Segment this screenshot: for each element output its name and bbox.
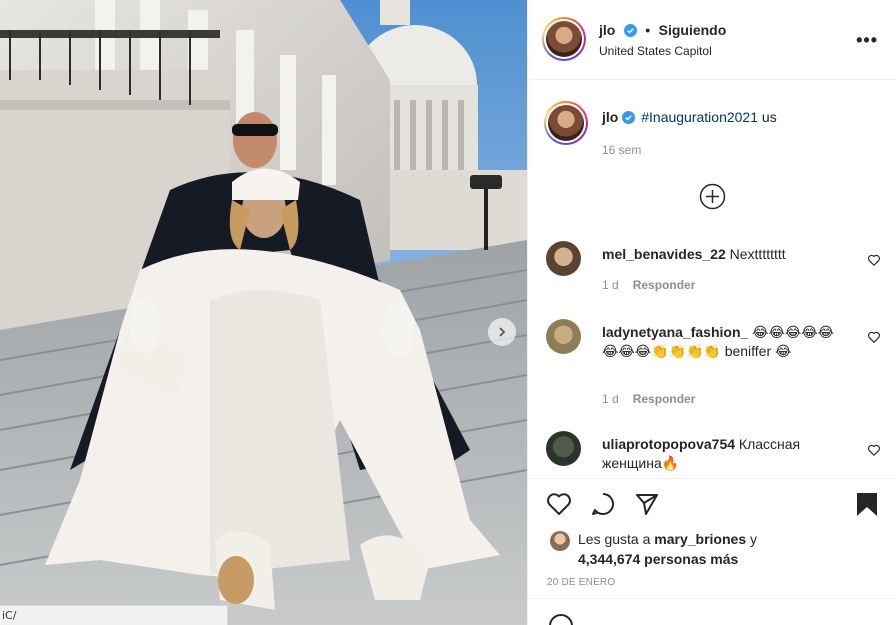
plus-circle-icon[interactable]: [699, 183, 726, 210]
following-button[interactable]: Siguiendo: [659, 22, 727, 38]
caption-body: us: [758, 109, 777, 125]
caption-avatar[interactable]: [544, 101, 588, 145]
comment-message: Nextttttttt: [725, 246, 786, 262]
heart-icon[interactable]: [546, 491, 572, 517]
comment-text: mel_benavides_22 Nextttttttt: [602, 245, 850, 264]
emoji-icon[interactable]: [548, 613, 574, 625]
comment-time: 1 d: [602, 392, 619, 406]
post-date: 20 DE ENERO: [547, 577, 616, 588]
liker-avatar[interactable]: [550, 531, 570, 551]
post-actions: Les gusta a mary_briones y 4,344,674 per…: [528, 478, 896, 598]
comment-meta: 1 d Responder: [602, 392, 695, 406]
comment-item: mel_benavides_22 Nextttttttt 1 d Responde…: [546, 241, 881, 301]
reply-button[interactable]: Responder: [633, 392, 696, 406]
more-options-icon[interactable]: •••: [856, 30, 878, 51]
comment-like-icon[interactable]: [867, 443, 881, 457]
add-comment-bar[interactable]: [528, 598, 896, 625]
post-location[interactable]: United States Capitol: [599, 44, 726, 58]
verified-badge-icon: [622, 111, 636, 124]
author-info: jlo • Siguiendo United States Capitol: [599, 22, 726, 58]
reply-button[interactable]: Responder: [633, 278, 696, 292]
commenter-username[interactable]: mel_benavides_22: [602, 246, 726, 262]
commenter-avatar[interactable]: [546, 431, 581, 466]
post-header: jlo • Siguiendo United States Capitol ••…: [528, 0, 896, 80]
commenter-avatar[interactable]: [546, 241, 581, 276]
caption-time: 16 sem: [602, 143, 642, 157]
post-side-panel: jlo • Siguiendo United States Capitol ••…: [527, 0, 896, 625]
paper-plane-icon[interactable]: [634, 491, 660, 517]
comment-time: 1 d: [602, 278, 619, 292]
comment-like-icon[interactable]: [867, 253, 881, 267]
follow-separator: •: [645, 22, 651, 38]
verified-badge-icon: [623, 24, 637, 37]
likes-text: Les gusta a mary_briones y 4,344,674 per…: [578, 529, 878, 569]
comment-text: uliaprotopopova754 Классная женщина🔥: [602, 435, 850, 473]
likes-prefix: Les gusta a: [578, 531, 655, 547]
chevron-right-icon: [499, 327, 506, 337]
likes-joiner: y: [746, 531, 757, 547]
comment-meta: 1 d Responder: [602, 278, 695, 292]
commenter-username[interactable]: uliaprotopopova754: [602, 436, 735, 452]
author-username[interactable]: jlo: [599, 22, 615, 38]
post-photo[interactable]: iC/: [0, 0, 527, 625]
comment-icon[interactable]: [590, 491, 616, 517]
caption-username[interactable]: jlo: [602, 109, 618, 125]
comment-text: ladynetyana_fashion_ 😂😂😂😂😂😂😂😂👏👏👏👏 beniff…: [602, 323, 850, 361]
commenter-username[interactable]: ladynetyana_fashion_: [602, 324, 748, 340]
carousel-next-button[interactable]: [488, 318, 516, 346]
photo-illustration: [0, 0, 527, 625]
bookmark-icon[interactable]: [854, 491, 880, 517]
comment-item: ladynetyana_fashion_ 😂😂😂😂😂😂😂😂👏👏👏👏 beniff…: [546, 319, 881, 409]
author-avatar[interactable]: [542, 17, 586, 61]
comment-item: uliaprotopopova754 Классная женщина🔥: [546, 431, 881, 477]
caption-text: jlo #Inauguration2021 us: [602, 109, 777, 125]
liker-username[interactable]: mary_briones: [654, 531, 746, 547]
comment-like-icon[interactable]: [867, 330, 881, 344]
commenter-avatar[interactable]: [546, 319, 581, 354]
comments-section[interactable]: jlo #Inauguration2021 us 16 sem mel_bena…: [528, 81, 896, 477]
browser-status-url: iC/: [0, 605, 228, 625]
likes-count[interactable]: 4,344,674 personas más: [578, 551, 738, 567]
caption-hashtag[interactable]: #Inauguration2021: [641, 109, 758, 125]
